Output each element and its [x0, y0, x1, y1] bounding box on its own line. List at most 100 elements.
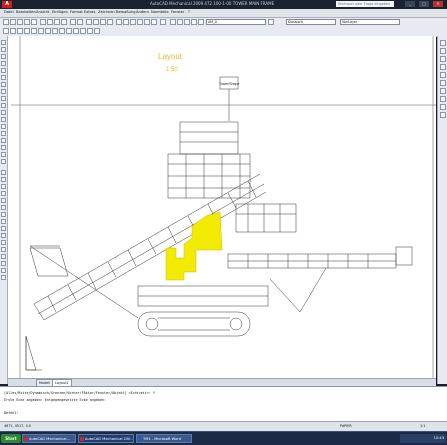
redo-icon[interactable]: [77, 19, 83, 25]
trim-icon[interactable]: [1, 233, 6, 238]
mech-hatch-icon[interactable]: [38, 28, 44, 34]
point-icon[interactable]: [1, 124, 6, 129]
polyline-icon[interactable]: [1, 54, 6, 59]
mech-power-dimension-icon[interactable]: [45, 28, 51, 34]
join-icon[interactable]: [1, 254, 6, 259]
osnap-midpoint-icon[interactable]: [440, 48, 446, 54]
new-icon[interactable]: [3, 19, 9, 25]
taskbar-item-word[interactable]: TM1 - Microsoft Word: [136, 434, 192, 443]
extend-icon[interactable]: [1, 240, 6, 245]
menu-help[interactable]: ?: [188, 10, 190, 14]
mech-centerline-icon[interactable]: [31, 28, 37, 34]
style-combo[interactable]: Klassisch: [286, 19, 336, 25]
spline-icon[interactable]: [1, 96, 6, 101]
ellipse-icon[interactable]: [1, 103, 6, 108]
menu-normteile[interactable]: Normteile: [151, 10, 169, 14]
mirror-icon[interactable]: [1, 184, 6, 189]
rotate-icon[interactable]: [1, 212, 6, 217]
linetype-combo[interactable]: VonLayer: [340, 19, 400, 25]
help-icon[interactable]: [160, 19, 166, 25]
move-icon[interactable]: [1, 205, 6, 210]
hatch-icon[interactable]: [177, 19, 183, 25]
osnap-tangent-icon[interactable]: [440, 80, 446, 86]
mech-screw-icon[interactable]: [66, 28, 72, 34]
table-icon[interactable]: [1, 152, 6, 157]
region-icon[interactable]: [1, 145, 6, 150]
mech-line-icon[interactable]: [3, 28, 9, 34]
osnap-center-icon[interactable]: [440, 64, 446, 70]
menu-ansicht[interactable]: Ansicht: [36, 10, 49, 14]
copy-object-icon[interactable]: [1, 177, 6, 182]
match-properties-icon[interactable]: [61, 19, 67, 25]
paper-model-toggle[interactable]: PAPIER: [340, 424, 352, 428]
layer-previous-icon[interactable]: [198, 19, 204, 25]
menu-aendern[interactable]: Ändern: [136, 10, 149, 14]
scale-icon[interactable]: [1, 219, 6, 224]
array-icon[interactable]: [1, 198, 6, 203]
make-block-icon[interactable]: [1, 117, 6, 122]
layer-icon[interactable]: [268, 19, 274, 25]
menu-zeichnen[interactable]: Zeichnen: [98, 10, 115, 14]
layer-manager-icon[interactable]: [184, 19, 190, 25]
explode-icon[interactable]: [1, 275, 6, 280]
fillet-icon[interactable]: [1, 268, 6, 273]
taskbar-item-autocad-2[interactable]: AutoCAD Mechanical 200...: [78, 434, 134, 443]
annotation-scale[interactable]: 1:1: [420, 424, 425, 428]
arc-icon[interactable]: [1, 75, 6, 80]
layer-state-icon[interactable]: [191, 19, 197, 25]
stretch-icon[interactable]: [1, 226, 6, 231]
app-logo-icon[interactable]: A: [2, 1, 12, 8]
markup-icon[interactable]: [144, 19, 150, 25]
break-icon[interactable]: [1, 247, 6, 252]
mtext-icon[interactable]: [1, 159, 6, 164]
start-button[interactable]: Start: [1, 434, 21, 443]
drawing-canvas[interactable]: Layout 1:50 Tower/Shape: [8, 36, 436, 378]
revision-cloud-icon[interactable]: [1, 89, 6, 94]
taskbar-item-autocad-1[interactable]: AutoCAD Mechanical...: [22, 434, 76, 443]
menu-extras[interactable]: Extras: [84, 10, 95, 14]
mech-shaft-icon[interactable]: [80, 28, 86, 34]
paste-icon[interactable]: [54, 19, 60, 25]
osnap-intersection-icon[interactable]: [440, 56, 446, 62]
save-icon[interactable]: [17, 19, 23, 25]
mech-rectangle-icon[interactable]: [24, 28, 30, 34]
properties-icon[interactable]: [116, 19, 122, 25]
osnap-perpendicular-icon[interactable]: [440, 88, 446, 94]
hatch-icon[interactable]: [1, 131, 6, 136]
insert-block-icon[interactable]: [1, 110, 6, 115]
tool-palettes-icon[interactable]: [130, 19, 136, 25]
circle-icon[interactable]: [1, 82, 6, 87]
osnap-endpoint-icon[interactable]: [440, 40, 446, 46]
mech-bearing-icon[interactable]: [73, 28, 79, 34]
mech-calc-icon[interactable]: [94, 28, 100, 34]
layer-combo[interactable]: AM_0: [206, 19, 266, 25]
maximize-button[interactable]: □: [419, 1, 429, 7]
erase-icon[interactable]: [1, 170, 6, 175]
preview-icon[interactable]: [31, 19, 37, 25]
mech-arc-icon[interactable]: [17, 28, 23, 34]
open-icon[interactable]: [10, 19, 16, 25]
mech-circle-icon[interactable]: [10, 28, 16, 34]
command-prompt[interactable]: Befehl:: [4, 411, 18, 415]
construction-line-icon[interactable]: [1, 47, 6, 52]
mech-partslist-icon[interactable]: [59, 28, 65, 34]
zoom-previous-icon[interactable]: [107, 19, 113, 25]
rectangle-icon[interactable]: [1, 68, 6, 73]
design-center-icon[interactable]: [123, 19, 129, 25]
offset-icon[interactable]: [1, 191, 6, 196]
osnap-quadrant-icon[interactable]: [440, 72, 446, 78]
osnap-none-icon[interactable]: [440, 104, 446, 110]
gradient-icon[interactable]: [1, 138, 6, 143]
pan-icon[interactable]: [86, 19, 92, 25]
zoom-window-icon[interactable]: [100, 19, 106, 25]
menu-bearbeiten[interactable]: Bearbeiten: [16, 10, 36, 14]
menu-fenster[interactable]: Fenster: [171, 10, 184, 14]
close-button[interactable]: ✕: [433, 1, 443, 7]
cut-icon[interactable]: [40, 19, 46, 25]
dimension-icon[interactable]: [170, 19, 176, 25]
print-icon[interactable]: [24, 19, 30, 25]
help-search-input[interactable]: Stichwort oder Frage eingeben: [336, 1, 394, 7]
minimize-button[interactable]: _: [405, 1, 415, 7]
osnap-nearest-icon[interactable]: [440, 96, 446, 102]
osnap-settings-icon[interactable]: [440, 112, 446, 118]
